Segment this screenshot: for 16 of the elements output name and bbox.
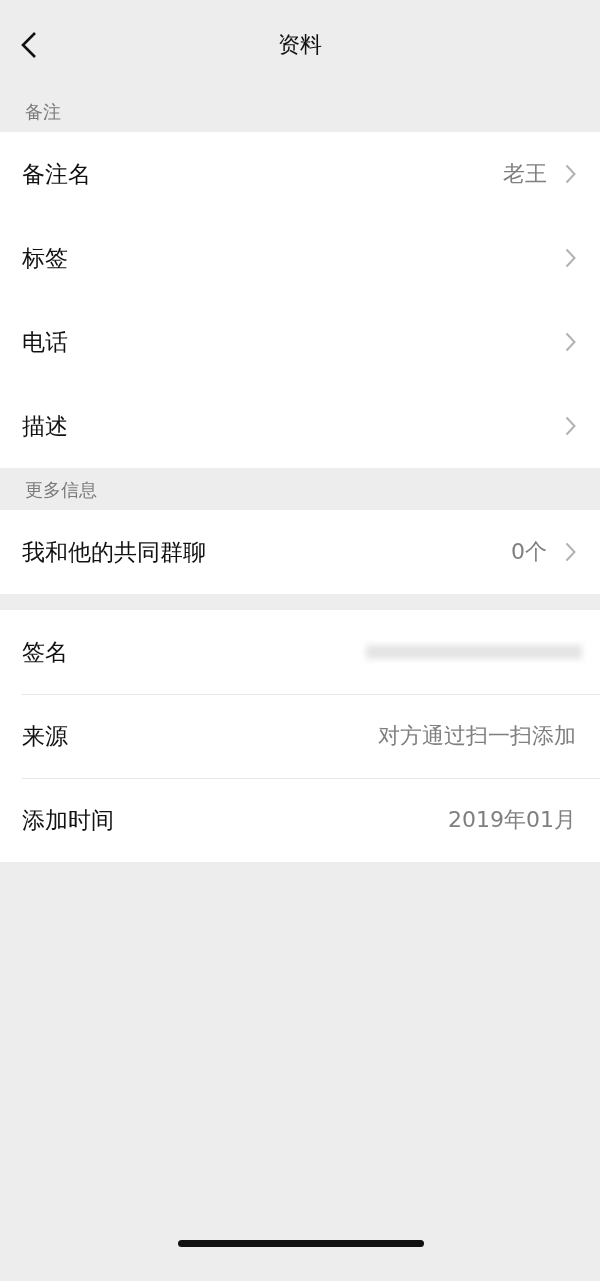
section-heading: 更多信息 [25, 478, 97, 502]
row-label: 备注名 [22, 159, 91, 189]
back-icon[interactable] [20, 31, 38, 59]
row-label: 签名 [22, 637, 68, 667]
row-label: 来源 [22, 721, 68, 751]
row-label: 我和他的共同群聊 [22, 537, 206, 567]
row-value: 0个 [511, 538, 547, 566]
section-heading: 备注 [25, 100, 61, 124]
page-title: 资料 [278, 31, 322, 59]
row-value: 对方通过扫一扫添加 [378, 722, 576, 750]
row-value: 2019年01月 [448, 806, 576, 834]
row-label: 描述 [22, 411, 68, 441]
row-label: 添加时间 [22, 805, 114, 835]
row-label: 标签 [22, 243, 68, 273]
row-value: 老王 [503, 160, 547, 188]
row-label: 电话 [22, 327, 68, 357]
